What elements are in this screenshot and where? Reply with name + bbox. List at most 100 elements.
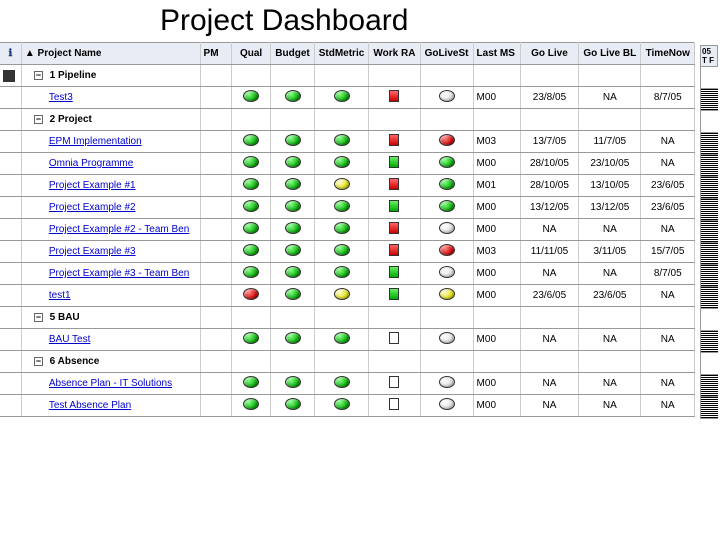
project-link[interactable]: Absence Plan - IT Solutions <box>25 378 172 389</box>
golivest-cell <box>420 373 473 395</box>
gantt-year: 05 <box>702 47 716 56</box>
pm-cell <box>200 153 231 175</box>
gantt-days: T F <box>702 56 716 65</box>
row-info-cell <box>0 131 21 153</box>
project-link[interactable]: Project Example #1 <box>25 180 136 191</box>
project-link[interactable]: EPM Implementation <box>25 136 142 147</box>
status-square-icon <box>389 178 399 190</box>
collapse-icon[interactable]: − <box>34 357 43 366</box>
golivest-cell <box>420 395 473 417</box>
status-oval-icon <box>285 398 301 410</box>
budget-cell <box>271 395 314 417</box>
stdmetric-cell <box>314 373 369 395</box>
status-square-icon <box>389 332 399 344</box>
group-label[interactable]: − 6 Absence <box>21 351 200 373</box>
project-name-cell: Project Example #2 <box>21 197 200 219</box>
status-oval-icon <box>334 288 350 300</box>
project-link[interactable]: Test Absence Plan <box>25 400 131 411</box>
col-budget[interactable]: Budget <box>271 43 314 65</box>
status-oval-icon <box>243 178 259 190</box>
col-go-live-bl[interactable]: Go Live BL <box>579 43 641 65</box>
col-pm[interactable]: PM <box>200 43 231 65</box>
budget-cell <box>271 373 314 395</box>
page-title: Project Dashboard <box>0 0 720 42</box>
project-link[interactable]: Project Example #2 - Team Ben <box>25 224 189 235</box>
col-project-name[interactable]: ▲ Project Name <box>21 43 200 65</box>
col-go-live[interactable]: Go Live <box>520 43 578 65</box>
project-link[interactable]: BAU Test <box>25 334 91 345</box>
status-oval-icon <box>285 200 301 212</box>
stdmetric-cell <box>314 395 369 417</box>
gantt-bar <box>700 199 718 221</box>
budget-cell <box>271 285 314 307</box>
collapse-icon[interactable]: − <box>34 115 43 124</box>
workra-cell <box>369 131 420 153</box>
group-row[interactable]: − 1 Pipeline <box>0 65 695 87</box>
group-row[interactable]: − 6 Absence <box>0 351 695 373</box>
info-header-icon[interactable]: ℹ <box>0 43 21 65</box>
status-oval-icon <box>285 222 301 234</box>
group-info-cell <box>0 307 21 329</box>
golivebl-cell: NA <box>579 373 641 395</box>
golivest-cell <box>420 241 473 263</box>
golivest-cell <box>420 131 473 153</box>
project-name-cell: Omnia Programme <box>21 153 200 175</box>
qual-cell <box>231 153 271 175</box>
golivest-cell <box>420 153 473 175</box>
pm-cell <box>200 197 231 219</box>
project-link[interactable]: Project Example #2 <box>25 202 136 213</box>
table-row: Omnia Programme M00 28/10/05 23/10/05 NA <box>0 153 695 175</box>
group-row[interactable]: − 5 BAU <box>0 307 695 329</box>
golive-cell: 13/7/05 <box>520 131 578 153</box>
gantt-header: 05 T F <box>700 45 718 67</box>
group-info-cell <box>0 65 21 87</box>
status-square-icon <box>389 90 399 102</box>
gantt-strip: 05 T F <box>700 45 718 419</box>
gantt-bar <box>700 243 718 265</box>
status-oval-icon <box>334 398 350 410</box>
col-time-now[interactable]: TimeNow <box>641 43 695 65</box>
status-square-icon <box>389 288 399 300</box>
col-golive-st[interactable]: GoLiveSt <box>420 43 473 65</box>
status-oval-icon <box>439 398 455 410</box>
golivebl-cell: NA <box>579 395 641 417</box>
collapse-icon[interactable]: − <box>34 71 43 80</box>
col-stdmetric[interactable]: StdMetric <box>314 43 369 65</box>
col-last-ms[interactable]: Last MS <box>473 43 520 65</box>
group-row[interactable]: − 2 Project <box>0 109 695 131</box>
project-name-cell: Test3 <box>21 87 200 109</box>
timenow-cell: 15/7/05 <box>641 241 695 263</box>
group-label[interactable]: − 1 Pipeline <box>21 65 200 87</box>
table-row: Project Example #1 M01 28/10/05 13/10/05… <box>0 175 695 197</box>
lastms-cell: M00 <box>473 197 520 219</box>
gantt-bar <box>700 331 718 353</box>
project-link[interactable]: Project Example #3 - Team Ben <box>25 268 189 279</box>
project-name-cell: Project Example #1 <box>21 175 200 197</box>
status-oval-icon <box>243 222 259 234</box>
col-qual[interactable]: Qual <box>231 43 271 65</box>
golivebl-cell: 3/11/05 <box>579 241 641 263</box>
project-link[interactable]: test1 <box>25 290 71 301</box>
status-oval-icon <box>334 90 350 102</box>
status-square-icon <box>389 222 399 234</box>
collapse-icon[interactable]: − <box>34 313 43 322</box>
status-oval-icon <box>439 134 455 146</box>
group-label[interactable]: − 5 BAU <box>21 307 200 329</box>
status-oval-icon <box>439 222 455 234</box>
group-label[interactable]: − 2 Project <box>21 109 200 131</box>
timenow-cell: 23/6/05 <box>641 175 695 197</box>
project-link[interactable]: Omnia Programme <box>25 158 133 169</box>
status-oval-icon <box>243 288 259 300</box>
stdmetric-cell <box>314 329 369 351</box>
table-row: Test3 M00 23/8/05 NA 8/7/05 <box>0 87 695 109</box>
project-link[interactable]: Project Example #3 <box>25 246 136 257</box>
table-row: test1 M00 23/6/05 23/6/05 NA <box>0 285 695 307</box>
table-row: BAU Test M00 NA NA NA <box>0 329 695 351</box>
status-oval-icon <box>243 90 259 102</box>
budget-cell <box>271 87 314 109</box>
col-work-ra[interactable]: Work RA <box>369 43 420 65</box>
status-oval-icon <box>439 244 455 256</box>
project-link[interactable]: Test3 <box>25 92 73 103</box>
golivebl-cell: 13/10/05 <box>579 175 641 197</box>
pm-cell <box>200 285 231 307</box>
